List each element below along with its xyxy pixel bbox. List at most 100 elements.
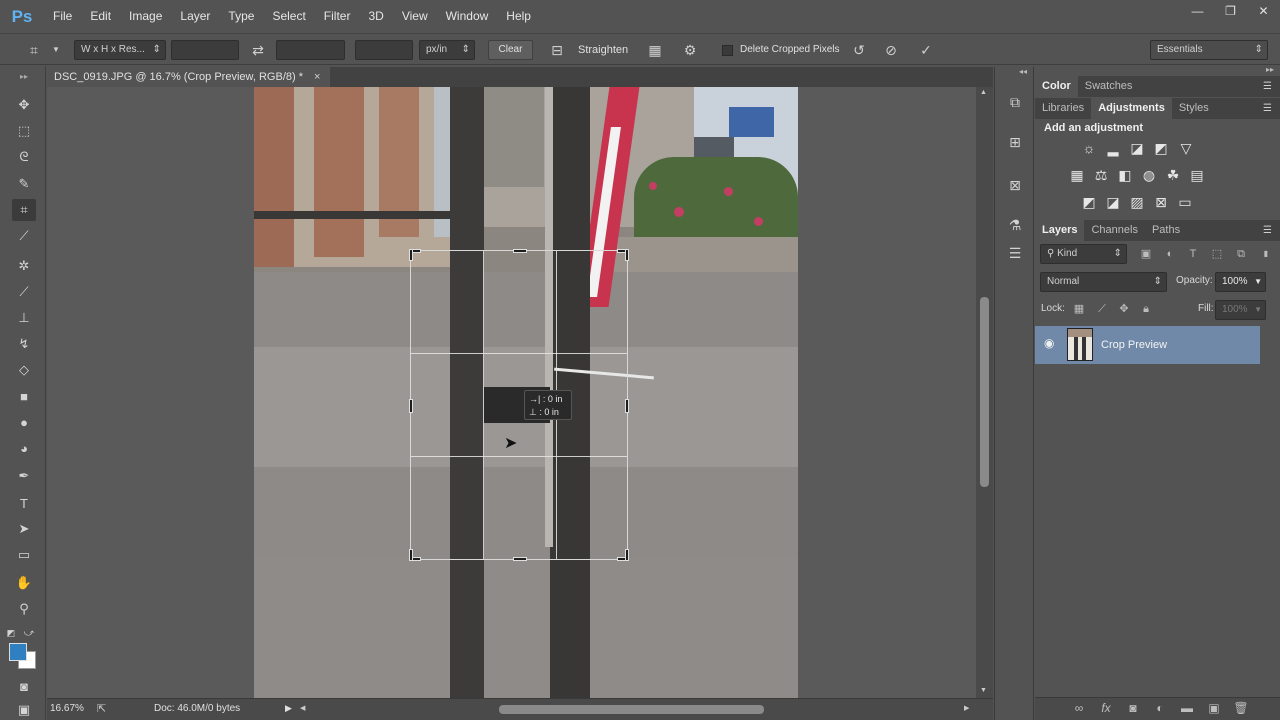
width-input[interactable] <box>171 40 239 60</box>
new-adjustment-layer-icon[interactable]: ◐ <box>1151 701 1169 715</box>
path-selection-tool-icon[interactable]: ➤ <box>12 518 36 540</box>
posterize-icon[interactable]: ◪ <box>1103 192 1123 212</box>
filter-shape-icon[interactable]: ⬚ <box>1208 245 1226 263</box>
resolution-input[interactable] <box>355 40 413 60</box>
filter-smart-object-icon[interactable]: ⧉ <box>1232 245 1250 263</box>
photo-filter-icon[interactable]: ◍ <box>1139 165 1159 185</box>
blur-tool-icon[interactable]: ● <box>12 411 36 433</box>
menu-filter[interactable]: Filter <box>315 0 360 33</box>
ratio-preset-select[interactable]: W x H x Res... ⇕ <box>74 40 166 60</box>
workspace-select[interactable]: Essentials ⇕ <box>1150 40 1268 60</box>
brush-tool-icon[interactable]: ⟋ <box>12 281 36 303</box>
menu-edit[interactable]: Edit <box>81 0 120 33</box>
marquee-tool-icon[interactable]: ⬚ <box>12 120 36 142</box>
filter-toggle-icon[interactable]: ▮ <box>1257 245 1275 263</box>
tab-libraries[interactable]: Libraries <box>1035 98 1091 119</box>
brightness-contrast-icon[interactable]: ☼ <box>1079 138 1099 158</box>
opacity-input[interactable]: 100% ▼ <box>1215 272 1266 292</box>
collapse-panels-icon[interactable]: ◂◂ <box>1019 67 1027 76</box>
vertical-scroll-thumb[interactable] <box>980 297 989 487</box>
layer-name[interactable]: Crop Preview <box>1101 326 1167 364</box>
crop-handle-bottom[interactable] <box>513 557 527 561</box>
crop-handle-right[interactable] <box>625 399 629 413</box>
screen-mode-icon[interactable]: ▣ <box>12 699 36 720</box>
document-tab[interactable]: DSC_0919.JPG @ 16.7% (Crop Preview, RGB/… <box>47 67 330 87</box>
crop-box[interactable] <box>409 249 629 561</box>
commit-check-icon[interactable]: ✓ <box>916 40 936 60</box>
filter-pixel-icon[interactable]: ▣ <box>1137 245 1155 263</box>
menu-select[interactable]: Select <box>263 0 314 33</box>
quick-selection-tool-icon[interactable]: ✎ <box>12 173 36 195</box>
link-layers-icon[interactable]: ∞ <box>1070 701 1088 715</box>
blend-mode-select[interactable]: Normal ⇕ <box>1040 272 1167 292</box>
layer-style-icon[interactable]: fx <box>1097 701 1115 715</box>
overlay-grid-icon[interactable]: ▦ <box>645 40 665 60</box>
settings-gear-icon[interactable]: ⚙ <box>680 40 700 60</box>
new-layer-icon[interactable]: ▣ <box>1205 701 1223 715</box>
tab-channels[interactable]: Channels <box>1084 220 1144 241</box>
rectangle-tool-icon[interactable]: ▭ <box>12 544 36 566</box>
minimize-button[interactable]: — <box>1181 0 1214 22</box>
properties-panel-icon[interactable]: ⊞ <box>1004 131 1026 153</box>
brush-panel-icon[interactable]: ⚗ <box>1004 214 1026 236</box>
eyedropper-tool-icon[interactable]: ⟋ <box>12 225 36 247</box>
collapse-dock-icon[interactable]: ▸▸ <box>1266 65 1274 74</box>
resolution-unit-select[interactable]: px/in ⇕ <box>419 40 475 60</box>
swap-dimensions-icon[interactable]: ⇄ <box>248 40 268 60</box>
lock-position-icon[interactable]: ✥ <box>1115 300 1133 318</box>
fill-input[interactable]: 100% ▼ <box>1215 300 1266 320</box>
delete-cropped-checkbox[interactable] <box>722 45 733 56</box>
preset-chevron-down-icon[interactable]: ▼ <box>46 40 66 60</box>
black-white-icon[interactable]: ◧ <box>1115 165 1135 185</box>
menu-type[interactable]: Type <box>219 0 263 33</box>
selective-color-icon[interactable]: ⊠ <box>1151 192 1171 212</box>
color-balance-icon[interactable]: ⚖ <box>1091 165 1111 185</box>
panel-menu-icon[interactable]: ☰ <box>1263 98 1272 119</box>
invert-icon[interactable]: ◩ <box>1079 192 1099 212</box>
lock-all-icon[interactable]: 🔒︎ <box>1137 300 1155 318</box>
type-tool-icon[interactable]: T <box>12 492 36 514</box>
eraser-tool-icon[interactable]: ◇ <box>12 359 36 381</box>
close-button[interactable]: ✕ <box>1247 0 1280 22</box>
vertical-scrollbar[interactable]: ▲ ▼ <box>976 87 993 698</box>
crop-handle-bottom-left[interactable] <box>409 549 413 561</box>
dodge-tool-icon[interactable]: ◕ <box>12 437 36 459</box>
crop-tool-icon[interactable]: ⌗ <box>12 199 36 221</box>
move-tool-icon[interactable]: ✥ <box>12 94 36 116</box>
collapse-toolbar-icon[interactable]: ▸▸ <box>12 65 36 87</box>
restore-button[interactable]: ❐ <box>1214 0 1247 22</box>
clear-button[interactable]: Clear <box>488 40 533 60</box>
lasso-tool-icon[interactable]: ᘓ <box>12 146 36 168</box>
tab-adjustments[interactable]: Adjustments <box>1091 98 1172 119</box>
crop-handle-top-right[interactable] <box>625 249 629 261</box>
channel-mixer-icon[interactable]: ☘ <box>1163 165 1183 185</box>
threshold-icon[interactable]: ▨ <box>1127 192 1147 212</box>
layer-row[interactable]: ◉ Crop Preview <box>1035 326 1260 364</box>
straighten-icon[interactable]: ⊟ <box>547 40 567 60</box>
crop-tool-preset-icon[interactable]: ⌗ <box>24 40 44 60</box>
clone-stamp-tool-icon[interactable]: ⊥ <box>12 307 36 329</box>
add-mask-icon[interactable]: ◙ <box>1124 701 1142 715</box>
history-panel-icon[interactable]: ⧉ <box>1004 91 1026 113</box>
tab-color[interactable]: Color <box>1035 76 1078 97</box>
tab-styles[interactable]: Styles <box>1172 98 1216 119</box>
swap-colors-icon[interactable]: ⤻ <box>22 622 36 644</box>
menu-view[interactable]: View <box>393 0 437 33</box>
filter-adjustment-icon[interactable]: ◐ <box>1161 245 1179 263</box>
tab-paths[interactable]: Paths <box>1145 220 1187 241</box>
tool-presets-icon[interactable]: ☰ <box>1004 242 1026 264</box>
visibility-eye-icon[interactable]: ◉ <box>1044 336 1054 350</box>
horizontal-scroll-thumb[interactable] <box>499 705 764 714</box>
layers-scrollbar[interactable] <box>1260 326 1280 696</box>
quick-mask-icon[interactable]: ◙ <box>12 675 36 697</box>
exposure-icon[interactable]: ◩ <box>1151 138 1171 158</box>
character-panel-icon[interactable]: ⊠ <box>1004 174 1026 196</box>
tab-layers[interactable]: Layers <box>1035 220 1085 241</box>
height-input[interactable] <box>276 40 345 60</box>
scroll-down-icon[interactable]: ▼ <box>980 687 987 694</box>
lock-transparent-icon[interactable]: ▦ <box>1070 300 1088 318</box>
panel-menu-icon[interactable]: ☰ <box>1263 220 1272 241</box>
export-icon[interactable]: ⇱ <box>97 702 106 715</box>
menu-layer[interactable]: Layer <box>171 0 219 33</box>
foreground-color-swatch[interactable] <box>9 643 27 661</box>
